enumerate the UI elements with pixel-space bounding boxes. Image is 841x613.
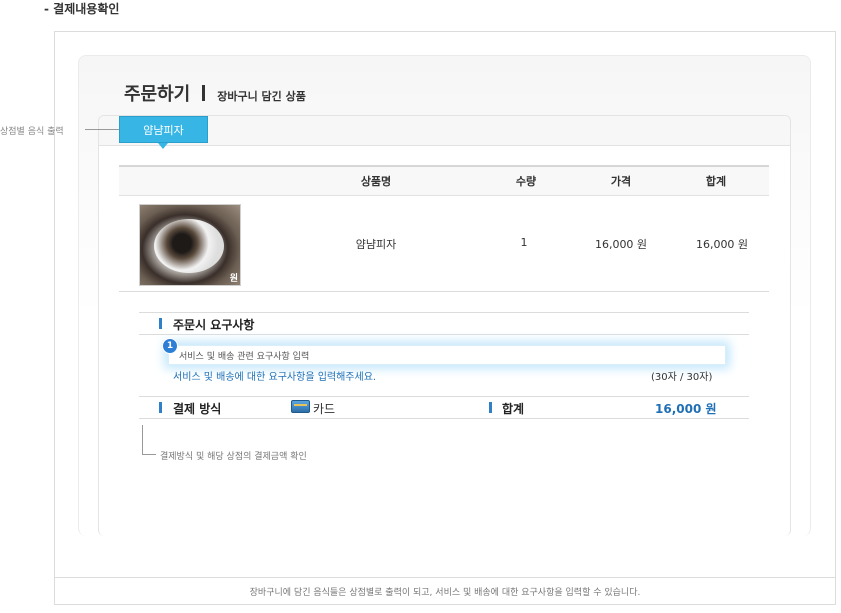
credit-card-icon xyxy=(291,400,310,413)
sum-value: 16,000 원 xyxy=(655,402,717,416)
note-line-horizontal xyxy=(142,454,156,455)
payment-title: 결제 방식 xyxy=(173,402,222,416)
product-price: 16,000 원 xyxy=(594,238,648,251)
payment-method[interactable]: 카드 xyxy=(313,400,335,417)
request-input[interactable] xyxy=(168,345,726,365)
thumbnail-mark: 원 xyxy=(229,274,238,284)
column-header-qty: 수량 xyxy=(515,175,537,188)
annotation-line xyxy=(85,129,119,130)
title-divider xyxy=(202,85,206,101)
column-header-price: 가격 xyxy=(610,175,632,188)
request-title: 주문시 요구사항 xyxy=(173,318,255,332)
sum-bullet xyxy=(489,402,492,413)
step-badge: 1 xyxy=(162,338,178,354)
footer-note: 장바구니에 담긴 음식들은 상점별로 출력이 되고, 서비스 및 배송에 대한 … xyxy=(55,577,835,605)
sum-title: 합계 xyxy=(502,402,525,416)
page-heading: 주문하기 장바구니 담긴 상품 xyxy=(124,80,306,106)
column-header-total: 합계 xyxy=(705,175,727,188)
table-header xyxy=(119,165,769,196)
product-thumbnail[interactable]: 원 xyxy=(139,204,241,286)
tab-pointer xyxy=(158,143,168,149)
section-title: - 결제내용확인 xyxy=(44,2,120,16)
product-total: 16,000 원 xyxy=(695,238,749,251)
tab-store[interactable]: 얌냠피자 xyxy=(119,116,208,143)
product-name: 얌냠피자 xyxy=(355,238,397,251)
request-bullet xyxy=(159,318,162,329)
side-annotation: 상점별 음식 출력 xyxy=(0,127,64,137)
payment-note: 결제방식 및 해당 상점의 결제금액 확인 xyxy=(160,452,307,462)
page-title: 주문하기 xyxy=(124,84,191,105)
product-qty: 1 xyxy=(520,236,528,249)
page-subtitle: 장바구니 담긴 상품 xyxy=(217,90,306,103)
payment-bullet xyxy=(159,402,162,413)
column-header-name: 상품명 xyxy=(360,175,392,188)
note-line-vertical xyxy=(142,425,143,454)
request-hint: 서비스 및 배송에 대한 요구사항을 입력해주세요. xyxy=(173,372,377,383)
request-char-count: (30자 / 30자) xyxy=(651,372,713,383)
food-image xyxy=(154,219,224,273)
